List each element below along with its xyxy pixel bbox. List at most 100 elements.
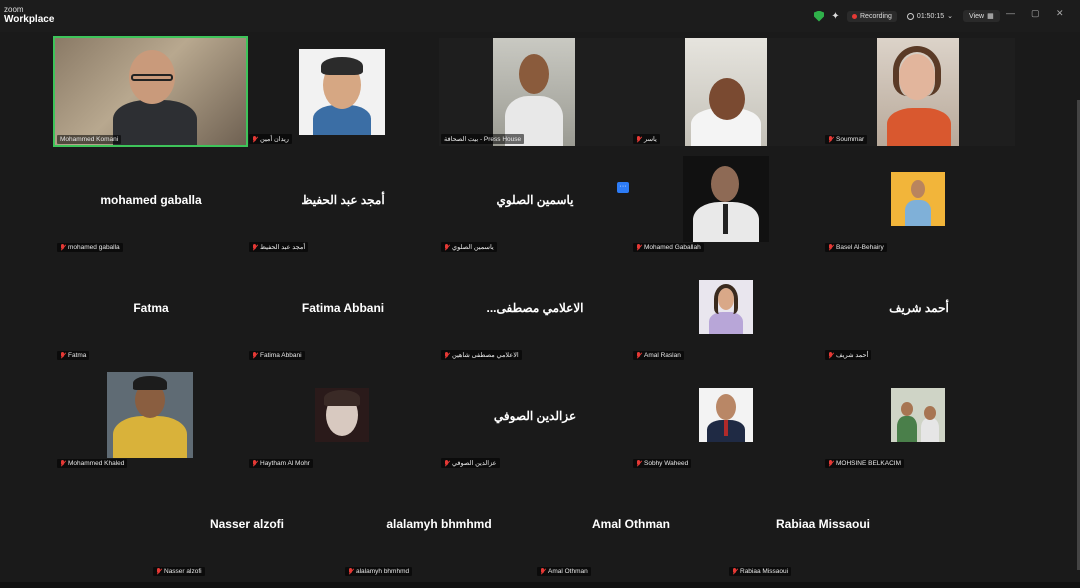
- participant-name-label: mohamed gaballa: [57, 243, 123, 252]
- participant-display-name: Fatma: [133, 301, 169, 315]
- participant-tile[interactable]: Sobhy Waheed: [631, 362, 823, 470]
- participant-display-name: alalamyh bhmhmd: [386, 517, 492, 531]
- participant-tile[interactable]: ياسر: [631, 38, 823, 146]
- participant-tile[interactable]: Mohammed Komani: [53, 36, 248, 147]
- participant-tile[interactable]: Basel Al-Behairy: [823, 146, 1015, 254]
- mic-muted-icon: [252, 352, 258, 359]
- participant-tile[interactable]: Mohammed Khaled: [55, 362, 247, 470]
- minimize-icon[interactable]: —: [1006, 8, 1015, 18]
- participant-name-label: بيت الصحافة - Press House: [441, 134, 525, 144]
- participant-tile[interactable]: Rabiaa Missaoui Rabiaa Missaoui: [727, 470, 919, 578]
- participant-video: [53, 36, 248, 147]
- mic-muted-icon: [444, 351, 450, 359]
- participant-tile[interactable]: أحمد شريف أحمد شريف: [823, 254, 1015, 362]
- participant-name-label: Fatima Abbani: [249, 351, 305, 360]
- participant-name-label: Nasser alzofi: [153, 567, 205, 576]
- participant-name-label: Mohammed Komani: [57, 135, 122, 144]
- participant-avatar: [699, 280, 753, 334]
- participant-avatar: [699, 388, 753, 442]
- view-label: View: [969, 12, 985, 20]
- participant-tile[interactable]: ريدان أمين: [247, 38, 439, 146]
- participant-tile[interactable]: ياسمين الصلوي ياسمين الصلوي: [439, 146, 631, 254]
- mic-muted-icon: [444, 459, 450, 467]
- participant-name-label: ياسر: [633, 134, 660, 144]
- participant-name-label: alalamyh bhmhmd: [345, 567, 413, 576]
- participant-display-name: ياسمين الصلوي: [496, 193, 574, 207]
- participant-tile[interactable]: Haytham Al Mohr: [247, 362, 439, 470]
- participant-name-label: Amal Othman: [537, 567, 591, 576]
- participant-video: [877, 38, 959, 146]
- participant-avatar: [299, 49, 385, 135]
- participant-tile[interactable]: alalamyh bhmhmd alalamyh bhmhmd: [343, 470, 535, 578]
- participant-video: [493, 38, 575, 146]
- mic-muted-icon: [636, 352, 642, 359]
- participant-tile[interactable]: MOHSINE BELKACIM: [823, 362, 1015, 470]
- participant-display-name: Fatima Abbani: [301, 301, 385, 315]
- maximize-icon[interactable]: ▢: [1031, 8, 1040, 19]
- participant-name-label: Basel Al-Behairy: [825, 243, 887, 252]
- participant-name-label: Amal Raslan: [633, 351, 684, 360]
- participant-display-name: أحمد شريف: [889, 301, 949, 315]
- participant-display-name: Amal Othman: [591, 517, 670, 531]
- record-dot-icon: [852, 13, 857, 19]
- participant-avatar: [891, 388, 945, 442]
- participant-display-name: Rabiaa Missaoui: [775, 517, 871, 531]
- mic-muted-icon: [636, 135, 642, 143]
- mic-muted-icon: [348, 568, 354, 575]
- participant-tile[interactable]: ...الاعلامي مصطفى الاعلامي مصطفى شاهين: [439, 254, 631, 362]
- mic-muted-icon: [252, 135, 258, 143]
- participant-tile[interactable]: Amal Othman Amal Othman: [535, 470, 727, 578]
- security-shield-icon[interactable]: [814, 10, 824, 22]
- participant-video: [685, 38, 767, 146]
- participant-tile[interactable]: Nasser alzofi Nasser alzofi: [151, 470, 343, 578]
- mic-muted-icon: [252, 460, 258, 467]
- participant-tile[interactable]: أمجد عبد الحفيظ أمجد عبد الحفيظ: [247, 146, 439, 254]
- participant-name-label: Soummar: [825, 135, 868, 144]
- meeting-status: ✦ Recording 01:50:15 ⌄ View ▦: [814, 8, 1000, 24]
- participant-name-label: عزالدين الصوفي: [441, 458, 500, 468]
- mic-muted-icon: [252, 243, 258, 251]
- gallery-view: Mohammed Komani ريدان أمين بيت الصحافة -…: [0, 32, 1080, 588]
- participant-avatar: [891, 172, 945, 226]
- mic-muted-icon: [828, 136, 834, 143]
- mic-muted-icon: [828, 460, 834, 467]
- mic-muted-icon: [60, 244, 66, 251]
- app-logo: zoom Workplace: [4, 6, 54, 25]
- participant-tile[interactable]: Fatma Fatma: [55, 254, 247, 362]
- participant-avatar: [315, 388, 369, 442]
- meeting-toolbar[interactable]: [0, 582, 1080, 588]
- mic-muted-icon: [636, 460, 642, 467]
- chevron-down-icon: ⌄: [947, 13, 954, 20]
- recording-indicator[interactable]: Recording: [847, 10, 897, 22]
- participant-display-name: أمجد عبد الحفيظ: [301, 193, 385, 207]
- participant-tile[interactable]: Amal Raslan: [631, 254, 823, 362]
- recording-label: Recording: [860, 12, 892, 20]
- participant-display-name: ...الاعلامي مصطفى: [486, 301, 584, 315]
- brand-small: zoom: [4, 5, 24, 14]
- participant-tile[interactable]: بيت الصحافة - Press House: [439, 38, 631, 146]
- participant-name-label: Rabiaa Missaoui: [729, 567, 792, 576]
- participant-name-label: ريدان أمين: [249, 134, 292, 144]
- mic-muted-icon: [828, 244, 834, 251]
- participant-tile[interactable]: Soummar: [823, 38, 1015, 146]
- close-icon[interactable]: ✕: [1056, 8, 1064, 19]
- participant-tile[interactable]: Fatima Abbani Fatima Abbani: [247, 254, 439, 362]
- participant-name-label: Haytham Al Mohr: [249, 459, 313, 468]
- mic-muted-icon: [636, 244, 642, 251]
- participant-name-label: Mohamed Gaballah: [633, 243, 704, 252]
- view-button[interactable]: View ▦: [963, 10, 1000, 22]
- participant-tile[interactable]: mohamed gaballa mohamed gaballa: [55, 146, 247, 254]
- clock-icon: [906, 12, 914, 20]
- mic-muted-icon: [156, 568, 162, 575]
- ai-companion-icon[interactable]: ✦: [830, 11, 841, 22]
- participant-avatar: [107, 372, 193, 458]
- participant-tile[interactable]: Mohamed Gaballah: [631, 146, 823, 254]
- meeting-timer[interactable]: 01:50:15 ⌄: [903, 10, 957, 22]
- participant-avatar: [683, 156, 769, 242]
- grid-icon: ▦: [987, 13, 994, 20]
- timer-value: 01:50:15: [916, 12, 945, 20]
- participant-display-name: Nasser alzofi: [209, 517, 285, 531]
- participant-name-label: أمجد عبد الحفيظ: [249, 242, 309, 252]
- participant-tile[interactable]: عزالدين الصوفي عزالدين الصوفي: [439, 362, 631, 470]
- mic-muted-icon: [60, 352, 66, 359]
